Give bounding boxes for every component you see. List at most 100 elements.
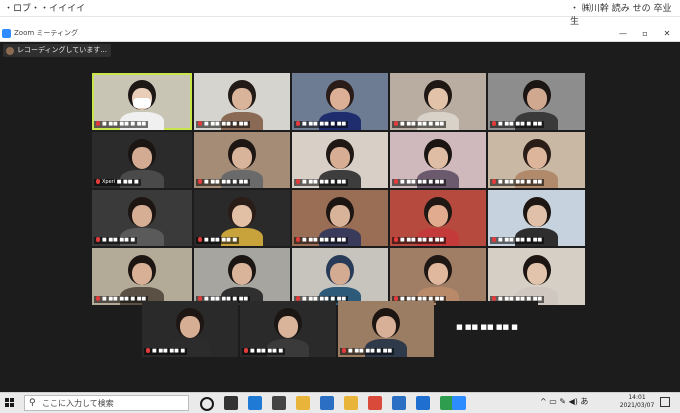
participant-face — [232, 204, 252, 227]
notification-center-icon[interactable] — [660, 397, 670, 407]
participant-video-tile[interactable]: ■ ■■ ■■ ■ ■■ — [194, 73, 290, 130]
participant-video-tile[interactable]: ■ ■■ ■■ ■ ■■ — [92, 248, 192, 305]
participant-video-tile[interactable]: ■ ■■ ■■ ■ ■■ — [92, 73, 192, 130]
muted-mic-icon — [492, 237, 496, 242]
participant-name: ■ ■■ ■■ ■ ■■ — [204, 121, 249, 127]
start-button[interactable] — [5, 398, 15, 408]
participant-name: ■ ■■ ■■ ■ ■■ — [302, 179, 347, 185]
participant-video-tile[interactable]: ■ ■■ ■■ ■ ■■ — [292, 132, 388, 188]
maximize-button[interactable]: ▫ — [634, 27, 656, 41]
participant-face — [376, 315, 396, 338]
participant-name-label: ■ ■■ ■■ ■ ■■ — [294, 179, 349, 186]
participant-name: ■ ■■ ■■ ■ ■■ — [498, 237, 543, 243]
minimize-button[interactable]: — — [612, 27, 634, 41]
recording-indicator[interactable]: レコーディングしています... — [3, 44, 111, 57]
participant-video-tile[interactable]: ■ ■■ ■■ ■ — [92, 190, 192, 246]
window-title: Zoom ミーティング — [14, 29, 78, 37]
recording-label: レコーディングしています... — [17, 46, 107, 54]
participant-video-tile[interactable]: ■ ■■ ■■ ■ — [240, 301, 336, 357]
participant-name-label: ■ ■■ ■■ ■ ■■ — [392, 237, 447, 244]
photos-icon[interactable] — [416, 396, 430, 410]
participant-video-tile[interactable]: ■ ■■ ■■ ■ ■■ — [194, 248, 290, 305]
participant-video-tile[interactable]: ■ ■■ ■■ ■■ ■ — [436, 301, 538, 357]
background-window-strip: ・ロブ・・イイイイ ・ ㈱川幹 読み せの 卒业生 — [0, 0, 680, 27]
participant-face — [132, 204, 152, 227]
zoom-titlebar: Zoom ミーティング — ▫ ✕ — [0, 27, 680, 42]
participant-name: ■ ■■ ■■ ■ ■■ — [102, 121, 147, 127]
participant-name-label: ■ ■■ ■■ ■ ■■ — [392, 179, 447, 186]
participant-name: ■ ■■ ■■ ■ ■■ — [400, 121, 445, 127]
participant-video-tile[interactable]: ■ ■■ ■■ ■ ■■ — [390, 73, 486, 130]
folder-icon[interactable] — [344, 396, 358, 410]
mail-icon[interactable] — [320, 396, 334, 410]
clock-time: 14:01 — [628, 394, 646, 401]
participant-video-tile[interactable]: ■ ■■ ■■ ■ ■■ — [292, 73, 388, 130]
participant-name-label: Xperi ■ ■■ ■ — [94, 179, 141, 186]
network-app-icon[interactable] — [392, 396, 406, 410]
recording-icon — [6, 46, 14, 55]
muted-mic-icon — [244, 348, 248, 353]
participant-video-tile[interactable]: ■ ■■ ■■ ■ ■■ — [338, 301, 434, 357]
participant-video-tile[interactable]: ■ ■■ ■■ ■ ■■ — [488, 132, 585, 188]
participant-name: ■ ■■ ■■ ■ ■■ — [348, 348, 393, 354]
edge-icon[interactable] — [248, 396, 262, 410]
chrome-icon[interactable] — [368, 396, 382, 410]
taskbar-clock[interactable]: 14:01 2021/03/07 — [618, 394, 656, 410]
participant-face — [428, 87, 448, 110]
participant-face — [428, 146, 448, 169]
participant-name-label: ■ ■■ ■■ ■ ■■ — [490, 237, 545, 244]
participant-video-tile[interactable]: ■ ■■ ■■ ■ — [142, 301, 238, 357]
participant-name-label: ■ ■■ ■■ ■ ■■ — [94, 121, 149, 128]
muted-mic-icon — [342, 348, 346, 353]
participant-face — [278, 315, 298, 338]
participant-video-tile[interactable]: ■ ■■ ■■ ■ ■■ — [488, 73, 585, 130]
participant-face — [526, 262, 547, 285]
participant-name: ■ ■■ ■■ ■ ■■ — [204, 179, 249, 185]
muted-mic-icon — [198, 179, 202, 184]
participant-name: ■ ■■ ■■ ■ — [204, 237, 238, 243]
participant-face — [232, 262, 252, 285]
muted-mic-icon — [96, 179, 100, 184]
muted-mic-icon — [394, 179, 398, 184]
participant-video-tile[interactable]: ■ ■■ ■■ ■ ■■ — [292, 190, 388, 246]
participant-name-label: ■ ■■ ■■ ■ ■■ — [196, 121, 251, 128]
participant-name-label: ■ ■■ ■■ ■ ■■ — [294, 237, 349, 244]
face-mask — [133, 97, 151, 108]
participant-video-tile[interactable]: ■ ■■ ■■ ■ ■■ — [390, 190, 486, 246]
participant-video-tile[interactable]: ■ ■■ ■■ ■ ■■ — [390, 248, 486, 305]
zoom-icon[interactable] — [452, 396, 466, 410]
close-button[interactable]: ✕ — [656, 27, 678, 41]
participant-video-tile[interactable]: ■ ■■ ■■ ■ ■■ — [488, 248, 585, 305]
participant-face — [526, 146, 547, 169]
background-window-text-right: ・ ㈱川幹 読み せの 卒业生 — [570, 4, 672, 27]
participant-video-tile[interactable]: ■ ■■ ■■ ■ ■■ — [390, 132, 486, 188]
muted-mic-icon — [96, 121, 100, 126]
store-icon[interactable] — [272, 396, 286, 410]
muted-mic-icon — [492, 121, 496, 126]
task-view-icon[interactable] — [224, 396, 238, 410]
participant-face — [526, 87, 547, 110]
participant-video-tile[interactable]: ■ ■■ ■■ ■ ■■ — [292, 248, 388, 305]
muted-mic-icon — [394, 121, 398, 126]
participant-face — [330, 146, 350, 169]
muted-mic-icon — [492, 179, 496, 184]
explorer-icon[interactable] — [296, 396, 310, 410]
muted-mic-icon — [296, 179, 300, 184]
participant-video-tile[interactable]: ■ ■■ ■■ ■ ■■ — [488, 190, 585, 246]
muted-mic-icon — [96, 296, 100, 301]
search-icon: ⚲ — [29, 398, 36, 408]
system-tray[interactable]: ^ ▭ ✎ ◀) あ — [540, 396, 588, 407]
participant-name: ■ ■■ ■■ ■ ■■ — [302, 237, 347, 243]
participant-name: Xperi ■ ■■ ■ — [102, 179, 139, 185]
taskbar-search-box[interactable]: ⚲ ここに入力して検索 — [24, 395, 189, 411]
participant-name: ■ ■■ ■■ ■ ■■ — [302, 121, 347, 127]
participant-name: ■ ■■ ■■ ■ — [250, 348, 284, 354]
cortana-icon[interactable] — [200, 397, 214, 411]
participant-video-tile[interactable]: Xperi ■ ■■ ■ — [92, 132, 192, 188]
windows-taskbar: ⚲ ここに入力して検索 ^ ▭ ✎ ◀) あ 14:01 2021/03/07 — [0, 392, 680, 413]
participant-video-tile[interactable]: ■ ■■ ■■ ■ — [194, 190, 290, 246]
background-window-text: ・ロブ・・イイイイ — [4, 4, 86, 14]
participant-name-label: ■ ■■ ■■ ■ ■■ — [392, 121, 447, 128]
participant-name: ■ ■■ ■■ ■ — [102, 237, 136, 243]
participant-video-tile[interactable]: ■ ■■ ■■ ■ ■■ — [194, 132, 290, 188]
